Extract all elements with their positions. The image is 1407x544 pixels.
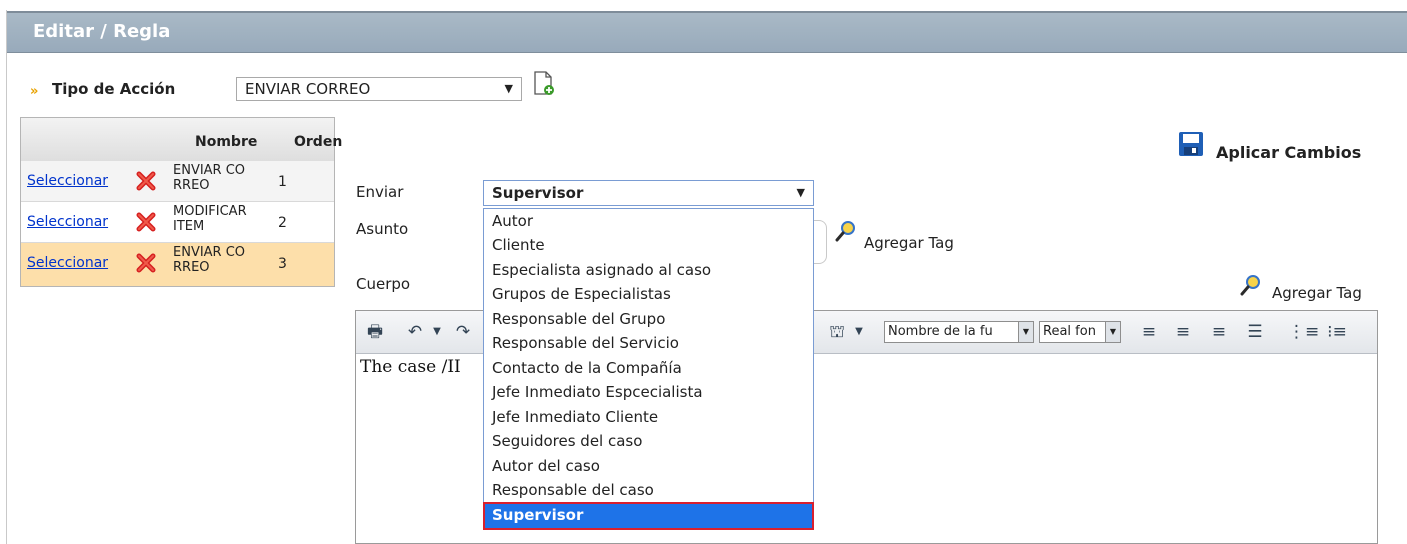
chevron-down-icon: ▼ — [1018, 322, 1033, 342]
dropdown-option[interactable]: Especialista asignado al caso — [484, 258, 813, 282]
bullet-list-icon[interactable]: ⁝≡ — [1326, 321, 1348, 343]
dropdown-option[interactable]: Seguidores del caso — [484, 429, 813, 453]
apply-changes-button[interactable]: Aplicar Cambios — [1216, 143, 1361, 162]
dropdown-option[interactable]: Jefe Inmediato Cliente — [484, 405, 813, 429]
delete-icon[interactable] — [135, 171, 157, 191]
editor-body-text[interactable]: The case /II — [360, 357, 461, 377]
row-nombre: ENVIAR CORREO — [173, 245, 246, 275]
title-bar: Editar / Regla — [7, 11, 1407, 53]
grid-header: Nombre Orden — [21, 118, 342, 162]
save-icon[interactable] — [1178, 131, 1204, 157]
table-row: Seleccionar MODIFICAR ITEM 2 — [21, 202, 334, 243]
magnifier-icon[interactable] — [1240, 274, 1262, 296]
dropdown-option[interactable]: Responsable del Servicio — [484, 331, 813, 355]
dropdown-option[interactable]: Cliente — [484, 233, 813, 257]
dropdown-option-highlighted[interactable]: Supervisor — [483, 502, 814, 530]
select-link[interactable]: Seleccionar — [27, 214, 108, 230]
dropdown-option[interactable]: Jefe Inmediato Espcecialista — [484, 380, 813, 404]
align-left-icon[interactable]: ≡ — [1138, 321, 1160, 343]
paint-bucket-icon[interactable]: ⛫ — [826, 321, 848, 343]
dropdown-option[interactable]: Contacto de la Compañía — [484, 356, 813, 380]
row-orden: 2 — [278, 215, 287, 231]
page-title: Editar / Regla — [33, 21, 171, 42]
font-name-select[interactable]: Nombre de la fu ▼ — [884, 321, 1034, 343]
numbered-list-icon[interactable]: ⋮≡ — [1288, 321, 1319, 343]
enviar-select[interactable]: Supervisor ▼ — [483, 180, 814, 206]
table-row-selected: Seleccionar ENVIAR CORREO 3 — [21, 243, 334, 286]
undo-icon[interactable]: ↶ — [404, 321, 426, 343]
align-right-icon[interactable]: ≡ — [1208, 321, 1230, 343]
chevron-right-icon: » — [30, 84, 39, 99]
dropdown-option[interactable]: Responsable del caso — [484, 478, 813, 502]
agregar-tag-asunto-button[interactable]: Agregar Tag — [864, 234, 954, 252]
agregar-tag-cuerpo-button[interactable]: Agregar Tag — [1272, 284, 1362, 302]
delete-icon[interactable] — [135, 212, 157, 232]
tipo-accion-label: Tipo de Acción — [52, 80, 176, 98]
column-header-nombre: Nombre — [195, 134, 258, 150]
dropdown-option[interactable]: Autor del caso — [484, 454, 813, 478]
undo-dropdown-icon[interactable]: ▼ — [426, 321, 448, 343]
select-link[interactable]: Seleccionar — [27, 255, 108, 271]
row-orden: 1 — [278, 174, 287, 190]
enviar-label: Enviar — [356, 183, 404, 201]
row-orden: 3 — [278, 256, 287, 272]
dropdown-option[interactable]: Grupos de Especialistas — [484, 282, 813, 306]
tipo-accion-value: ENVIAR CORREO — [245, 80, 371, 98]
print-icon[interactable]: 🖶 — [364, 321, 386, 343]
row-nombre: MODIFICAR ITEM — [173, 204, 247, 234]
row-nombre: ENVIAR CORREO — [173, 163, 246, 193]
table-row: Seleccionar ENVIAR CORREO 1 — [21, 161, 334, 202]
enviar-value: Supervisor — [492, 184, 584, 202]
font-name-value: Nombre de la fu — [888, 324, 993, 339]
tipo-accion-select[interactable]: ENVIAR CORREO ▼ — [236, 77, 522, 101]
dropdown-option[interactable]: Autor — [484, 209, 813, 233]
align-center-icon[interactable]: ≡ — [1172, 321, 1194, 343]
color-dropdown-icon[interactable]: ▼ — [848, 321, 870, 343]
dropdown-option[interactable]: Responsable del Grupo — [484, 307, 813, 331]
font-size-select[interactable]: Real fon ▼ — [1039, 321, 1121, 343]
cuerpo-label: Cuerpo — [356, 275, 411, 293]
new-document-icon[interactable] — [533, 70, 555, 98]
delete-icon[interactable] — [135, 253, 157, 273]
select-link[interactable]: Seleccionar — [27, 173, 108, 189]
redo-icon[interactable]: ↷ — [452, 321, 474, 343]
chevron-down-icon: ▼ — [504, 82, 513, 95]
asunto-label: Asunto — [356, 220, 409, 238]
font-size-value: Real fon — [1043, 324, 1096, 339]
actions-grid: Nombre Orden Seleccionar ENVIAR CORREO 1… — [20, 117, 342, 287]
column-header-orden: Orden — [294, 134, 343, 150]
chevron-down-icon: ▼ — [1105, 322, 1120, 342]
justify-icon[interactable]: ☰ — [1244, 321, 1266, 343]
magnifier-icon[interactable] — [835, 220, 857, 242]
chevron-down-icon: ▼ — [796, 186, 805, 199]
enviar-dropdown-list: Autor Cliente Especialista asignado al c… — [483, 208, 814, 530]
